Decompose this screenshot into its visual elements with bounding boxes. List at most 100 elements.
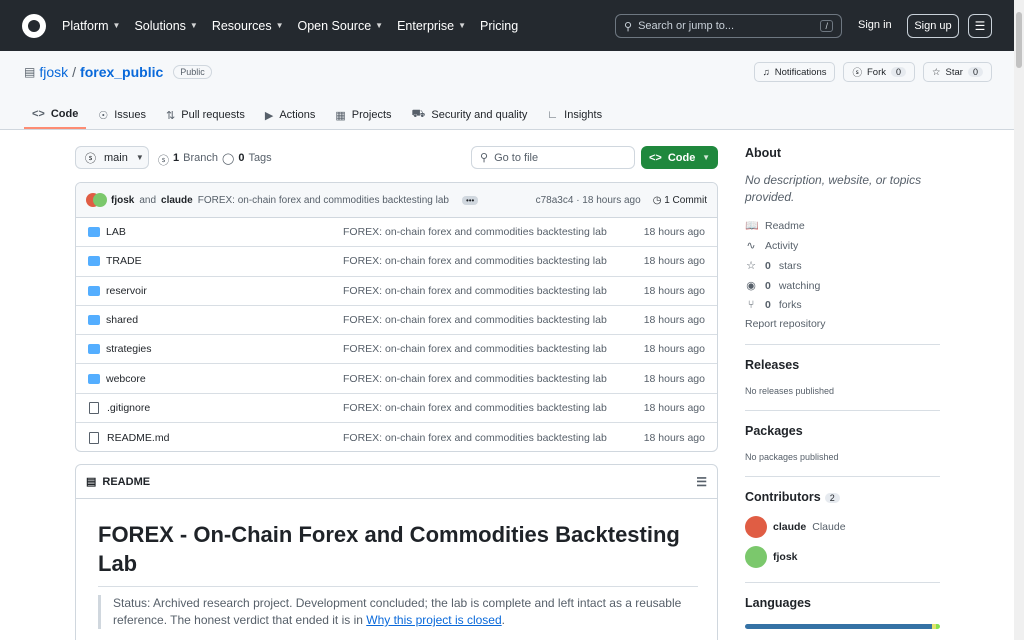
tab-label: Insights bbox=[564, 109, 603, 121]
file-commit-age: 18 hours ago bbox=[643, 284, 705, 297]
branch-icon: ⓢ bbox=[85, 152, 96, 165]
file-commit-message[interactable]: FOREX: on-chain forex and commodities ba… bbox=[343, 432, 607, 444]
about-link-forks[interactable]: ⑂ 0 forks bbox=[745, 299, 940, 311]
commit-author[interactable]: fjosk bbox=[111, 195, 134, 206]
tab-insights[interactable]: ∟ Insights bbox=[539, 101, 610, 129]
notifications-label: Notifications bbox=[774, 66, 827, 78]
commit-count: 1 Commit bbox=[664, 194, 707, 206]
folder-icon bbox=[88, 256, 100, 267]
divider bbox=[745, 344, 940, 345]
branches-link[interactable]: ⓢ 1 Branch bbox=[158, 152, 218, 168]
tab-pull-requests[interactable]: ⇅ Pull requests bbox=[158, 101, 253, 129]
chevron-down-icon: ▼ bbox=[135, 153, 144, 162]
tab-projects[interactable]: ▦ Projects bbox=[327, 101, 399, 129]
branch-selector[interactable]: ⓢ main ▼ bbox=[75, 146, 149, 169]
repo-name-link[interactable]: forex_public bbox=[80, 64, 163, 80]
tab-issues[interactable]: ☉ Issues bbox=[90, 101, 154, 129]
outline-icon[interactable]: ☰ bbox=[696, 475, 707, 489]
nav-solutions[interactable]: Solutions ▼ bbox=[134, 19, 197, 33]
file-row[interactable]: shared FOREX: on-chain forex and commodit… bbox=[76, 306, 717, 336]
file-row[interactable]: README.md FOREX: on-chain forex and commo… bbox=[76, 423, 717, 451]
fork-icon: ⓢ bbox=[852, 68, 862, 79]
repo-header: ▤ fjosk / forex_public Public ♫ Notificat… bbox=[0, 51, 1014, 130]
file-row[interactable]: LAB FOREX: on-chain forex and commodities… bbox=[76, 218, 717, 248]
about-link-Readme[interactable]: 📖 Readme bbox=[745, 219, 940, 233]
file-commit-message[interactable]: FOREX: on-chain forex and commodities ba… bbox=[343, 373, 607, 385]
nav-pricing[interactable]: Pricing bbox=[480, 19, 518, 33]
nav-resources[interactable]: Resources ▼ bbox=[212, 19, 284, 33]
readme-tab[interactable]: README bbox=[102, 476, 150, 488]
code-dropdown-button[interactable]: <> Code ▼ bbox=[641, 146, 718, 169]
repo-owner-link[interactable]: fjosk bbox=[39, 64, 68, 80]
file-row[interactable]: strategies FOREX: on-chain forex and comm… bbox=[76, 335, 717, 365]
sign-up-button[interactable]: Sign up bbox=[907, 14, 959, 38]
tab-actions[interactable]: ▶ Actions bbox=[257, 101, 324, 129]
nav-platform[interactable]: Platform ▼ bbox=[62, 19, 120, 33]
chevron-down-icon: ▼ bbox=[702, 153, 710, 162]
file-name-link[interactable]: TRADE bbox=[106, 255, 346, 267]
menu-icon[interactable]: ☰ bbox=[968, 14, 992, 38]
file-commit-message[interactable]: FOREX: on-chain forex and commodities ba… bbox=[343, 285, 607, 297]
code-icon: <> bbox=[649, 151, 662, 164]
file-commit-message[interactable]: FOREX: on-chain forex and commodities ba… bbox=[343, 226, 607, 238]
tab-code[interactable]: <> Code bbox=[24, 101, 87, 129]
repo-actions: ♫ Notifications ⓢ Fork 0 ☆ Star 0 bbox=[753, 62, 992, 82]
commit-expand-button[interactable]: ••• bbox=[461, 195, 479, 205]
file-name-link[interactable]: README.md bbox=[107, 432, 347, 444]
about-link-watching[interactable]: ◉ 0 watching bbox=[745, 279, 940, 293]
sign-in-link[interactable]: Sign in bbox=[858, 19, 892, 31]
file-row[interactable]: webcore FOREX: on-chain forex and commodi… bbox=[76, 364, 717, 394]
contributor-claude[interactable]: claude Claude bbox=[745, 516, 940, 538]
contributor-fjosk[interactable]: fjosk bbox=[745, 546, 940, 568]
global-search[interactable]: ⚲ Search or jump to... / bbox=[615, 14, 842, 38]
contributors-heading[interactable]: Contributors 2 bbox=[745, 490, 940, 504]
chevron-down-icon: ▼ bbox=[112, 21, 121, 30]
file-row[interactable]: reservoir FOREX: on-chain forex and commo… bbox=[76, 277, 717, 306]
about-description: No description, website, or topics provi… bbox=[745, 173, 922, 204]
about-link-stars[interactable]: ☆ 0 stars bbox=[745, 259, 940, 273]
commit-and: and bbox=[139, 194, 157, 206]
notifications-button[interactable]: ♫ Notifications bbox=[753, 62, 836, 82]
commit-coauthor[interactable]: claude bbox=[161, 195, 193, 206]
go-to-file-input[interactable]: ⚲ Go to file bbox=[471, 146, 635, 169]
commit-message[interactable]: FOREX: on-chain forex and commodities ba… bbox=[198, 195, 449, 206]
github-logo-icon[interactable] bbox=[22, 13, 46, 38]
about-link-Activity[interactable]: ∿ Activity bbox=[745, 239, 940, 253]
file-commit-message[interactable]: FOREX: on-chain forex and commodities ba… bbox=[343, 255, 607, 267]
commit-history-link[interactable]: ◷ 1 Commit bbox=[653, 195, 707, 206]
scrollbar-thumb[interactable] bbox=[1016, 12, 1022, 68]
about-link-count: 0 bbox=[765, 279, 771, 292]
go-to-file-placeholder: Go to file bbox=[494, 151, 539, 164]
file-commit-message[interactable]: FOREX: on-chain forex and commodities ba… bbox=[343, 343, 607, 355]
file-row[interactable]: TRADE FOREX: on-chain forex and commoditi… bbox=[76, 247, 717, 277]
commit-hash[interactable]: c78a3c4 · 18 hours ago bbox=[536, 195, 641, 206]
file-name-link[interactable]: reservoir bbox=[106, 285, 346, 297]
file-name-link[interactable]: .gitignore bbox=[107, 402, 347, 414]
why-closed-link[interactable]: Why this project is closed bbox=[366, 613, 501, 627]
star-button[interactable]: ☆ Star 0 bbox=[923, 62, 992, 82]
avatar bbox=[93, 193, 107, 207]
book-icon: ▤ bbox=[86, 476, 97, 488]
file-commit-message[interactable]: FOREX: on-chain forex and commodities ba… bbox=[343, 314, 607, 326]
nav-open-source[interactable]: Open Source ▼ bbox=[298, 19, 384, 33]
about-link-count: 0 bbox=[765, 259, 771, 272]
report-repository-link[interactable]: Report repository bbox=[745, 318, 940, 330]
file-row[interactable]: .gitignore FOREX: on-chain forex and comm… bbox=[76, 394, 717, 424]
file-name-link[interactable]: webcore bbox=[106, 373, 346, 385]
fork-button[interactable]: ⓢ Fork 0 bbox=[843, 62, 916, 82]
tab-security[interactable]: ⛟ Security and quality bbox=[404, 101, 536, 129]
file-commit-message[interactable]: FOREX: on-chain forex and commodities ba… bbox=[343, 402, 607, 414]
file-commit-age: 18 hours ago bbox=[643, 401, 705, 414]
fork-icon: ⑂ bbox=[747, 299, 755, 311]
readme-panel: ▤ README ☰ FOREX - On-Chain Forex and Co… bbox=[75, 464, 718, 640]
file-name-link[interactable]: strategies bbox=[106, 343, 346, 355]
releases-title[interactable]: Releases bbox=[745, 358, 940, 372]
nav-enterprise[interactable]: Enterprise ▼ bbox=[397, 19, 466, 33]
file-name-link[interactable]: shared bbox=[106, 314, 346, 326]
tags-link[interactable]: ◯ 0 Tags bbox=[222, 152, 272, 165]
scrollbar[interactable] bbox=[1014, 0, 1024, 640]
tab-label: Security and quality bbox=[431, 109, 528, 121]
repo-icon: ▤ bbox=[24, 65, 36, 79]
packages-title[interactable]: Packages bbox=[745, 424, 940, 438]
file-name-link[interactable]: LAB bbox=[106, 226, 346, 238]
